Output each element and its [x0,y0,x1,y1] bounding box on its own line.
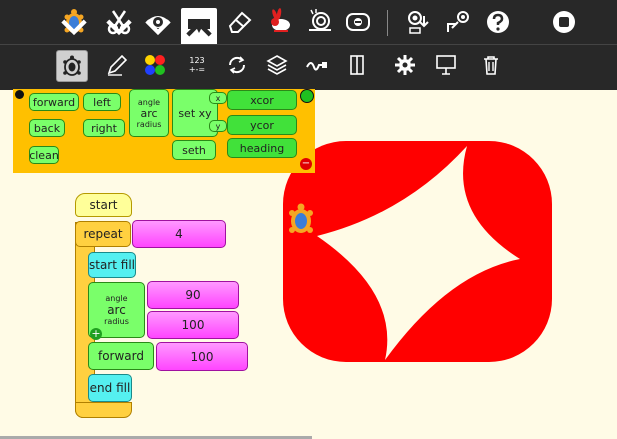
palette-xcor-block[interactable]: xcor [227,90,297,110]
forward-value-field[interactable]: 100 [156,342,248,371]
palette-back-block[interactable]: back [29,119,65,137]
palette-setxy-x-label: x [215,93,221,103]
end-fill-label: end fill [89,381,131,395]
main-toolbar [0,0,617,44]
filled-shape [283,141,552,362]
palette-clean-label: clean [29,148,59,162]
palette-seth-block[interactable]: seth [172,140,216,160]
colors-palette-icon[interactable] [140,50,170,80]
arc-radius-field[interactable]: 100 [147,311,239,339]
extras-palette-icon[interactable] [302,50,332,80]
palette-heading-block[interactable]: heading [227,138,297,158]
eye-icon[interactable] [140,4,176,40]
arc-label: arc [107,303,126,317]
forward-block[interactable]: forward [88,342,154,370]
palette-arc-block[interactable]: angle arc radius [129,89,169,137]
save-icon[interactable] [400,4,436,40]
palette-xcor-label: xcor [250,93,274,107]
repeat-clamp-bottom [75,402,132,418]
arc-radius-value: 100 [181,318,205,332]
palette-ycor-block[interactable]: ycor [227,115,297,135]
step-icon[interactable] [340,4,376,40]
palette-left-label: left [93,95,111,109]
repeat-count-field[interactable]: 4 [132,220,226,248]
palette-forward-label: forward [32,95,76,109]
blocks-palette-icon[interactable] [262,50,292,80]
palette-left-block[interactable]: left [83,93,121,111]
palette-ycor-label: ycor [250,118,274,132]
start-fill-block[interactable]: start fill [88,252,136,278]
palette-toggle-icon[interactable] [15,90,24,99]
turtle-toolbar-icon[interactable] [56,4,92,40]
eraser-icon[interactable] [222,4,258,40]
start-fill-label: start fill [89,258,135,272]
arc-radius-label: radius [104,317,129,326]
flow-palette-icon[interactable] [222,50,252,80]
toolbar-separator [387,10,388,36]
expand-arc-icon[interactable]: + [90,328,102,340]
arc-angle-value: 90 [185,288,201,302]
trash-icon[interactable] [476,50,506,80]
forward-label: forward [97,349,144,363]
forward-value: 100 [190,349,214,364]
palette-toolbar-icon[interactable] [181,8,217,44]
palette-right-block[interactable]: right [83,119,125,137]
palette-seth-label: seth [182,143,206,157]
palette-clean-block[interactable]: clean [29,146,59,164]
palette-heading-label: heading [239,141,285,155]
numbers-glyph-top: 123 [189,56,205,65]
palette-arc-angle-label: angle [137,97,161,107]
palette-arc-label: arc [140,106,158,120]
arc-angle-label: angle [105,294,128,303]
numbers-palette-icon[interactable]: 123 +-= [182,50,212,80]
palette-setxy-y-label: y [215,121,221,131]
start-block[interactable]: start [75,193,132,217]
load-icon[interactable] [440,4,476,40]
palette-expand-icon[interactable] [300,89,314,103]
palette-forward-block[interactable]: forward [29,93,79,111]
scissors-icon[interactable] [101,4,137,40]
star-cutout [317,146,520,360]
palette-setxy-label: set xy [178,106,212,120]
stop-icon[interactable] [546,4,582,40]
media-palette-icon[interactable] [342,50,372,80]
turtle-palette-icon[interactable] [56,50,88,82]
start-label: start [89,198,118,212]
palette-back-label: back [33,121,61,135]
repeat-label: repeat [83,227,123,241]
gear-icon[interactable] [390,50,420,80]
turtle-sprite-icon[interactable] [286,203,316,237]
rabbit-icon[interactable] [262,4,298,40]
palette-setxy-x-socket[interactable]: x [209,92,227,104]
palette-setxy-y-socket[interactable]: y [209,120,227,132]
palette-right-label: right [91,121,117,135]
snail-icon[interactable] [302,4,338,40]
presentation-icon[interactable] [431,50,461,80]
help-icon[interactable] [480,4,516,40]
pen-palette-icon[interactable] [102,50,132,80]
palette-collapse-icon[interactable]: − [300,158,312,170]
numbers-glyph-bottom: +-= [188,65,206,74]
palette-arc-radius-label: radius [136,119,162,129]
end-fill-block[interactable]: end fill [88,374,132,402]
repeat-block[interactable]: repeat [75,221,131,247]
repeat-count-value: 4 [175,227,183,241]
arc-angle-field[interactable]: 90 [147,281,239,309]
